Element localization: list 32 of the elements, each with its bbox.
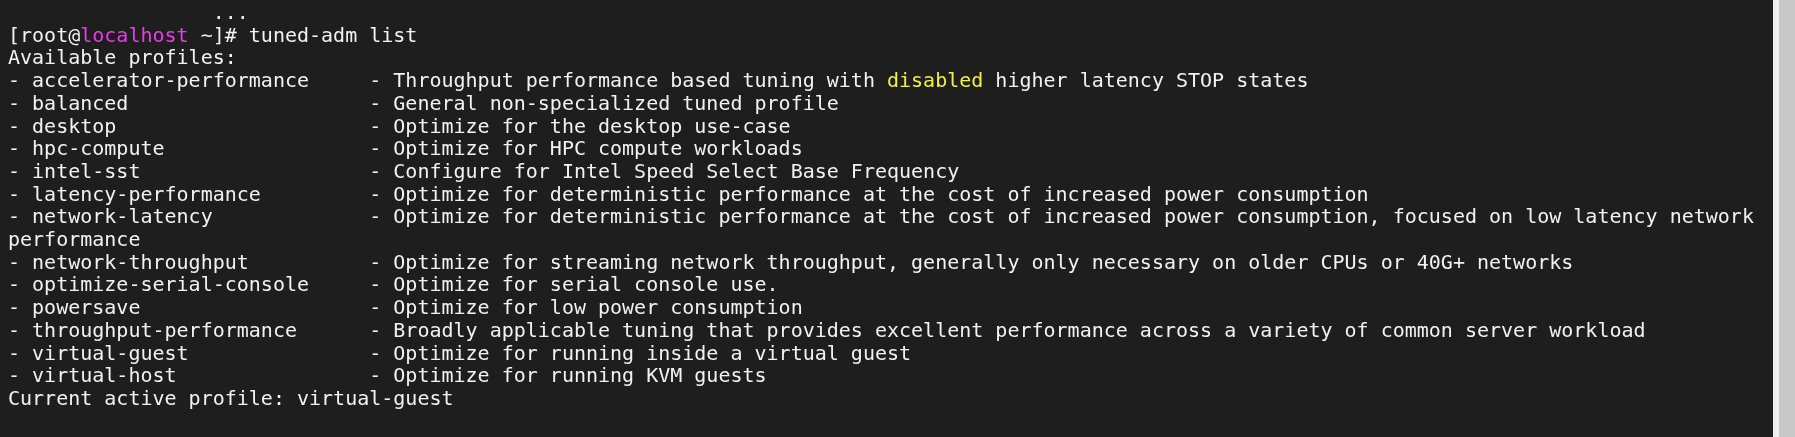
profile-name: - intel-sst <box>8 159 141 183</box>
profile-name: - network-throughput <box>8 250 250 274</box>
profile-description: - Optimize for serial console use. <box>369 272 779 297</box>
profile-description: - Optimize for deterministic performance at the cost of increased power consumption, focused on low latency network <box>369 204 1754 229</box>
profile-description: - Configure for Intel Speed Select Base Frequency <box>369 158 960 183</box>
profile-description: - Optimize for streaming network throughput, generally only necessary on older CPUs or 40G+ networks <box>369 249 1574 274</box>
profile-name: - desktop <box>8 114 118 138</box>
profile-description: - Optimize for deterministic performance at the cost of increased power consumption <box>369 181 1369 206</box>
profile-name: - throughput-performance <box>8 318 298 342</box>
profile-name: - virtual-guest <box>8 341 189 365</box>
profile-name: - optimize-serial-console <box>8 273 311 297</box>
profile-description-continuation: performance <box>8 227 141 252</box>
profile-description: - Optimize for HPC compute workloads <box>369 136 803 161</box>
profile-name: - balanced <box>8 91 129 115</box>
profile-description: - Broadly applicable tuning that provides excellent performance across a variety of common server workload <box>369 317 1646 342</box>
scrollbar[interactable] <box>1773 0 1795 437</box>
profile-description: - General non-specialized tuned profile <box>369 90 839 115</box>
active-profile-text: Current active profile: virtual-guest <box>8 385 454 410</box>
output-heading: Available profiles: <box>8 45 237 70</box>
profile-name: - accelerator-performance <box>8 69 311 92</box>
ellipsis-text: ... <box>211 0 249 24</box>
profile-description: - Optimize for the desktop use-case <box>369 113 791 138</box>
profile-description: - Optimize for low power consumption <box>369 295 803 320</box>
profile-name: - latency-performance <box>8 182 262 206</box>
profile-name: - network-latency <box>8 205 213 229</box>
profile-description: - Optimize for running inside a virtual guest <box>369 340 912 365</box>
profile-description: - Throughput performance based tuning with disabled higher latency STOP states <box>369 68 1309 93</box>
profile-name: - virtual-host <box>8 364 177 387</box>
command-prompt: [root@localhost ~]# tuned-adm list <box>8 22 418 47</box>
profile-description: - Optimize for running KVM guests <box>369 363 767 388</box>
profile-name: - hpc-compute <box>8 137 166 160</box>
profile-name: - powersave <box>8 296 142 319</box>
